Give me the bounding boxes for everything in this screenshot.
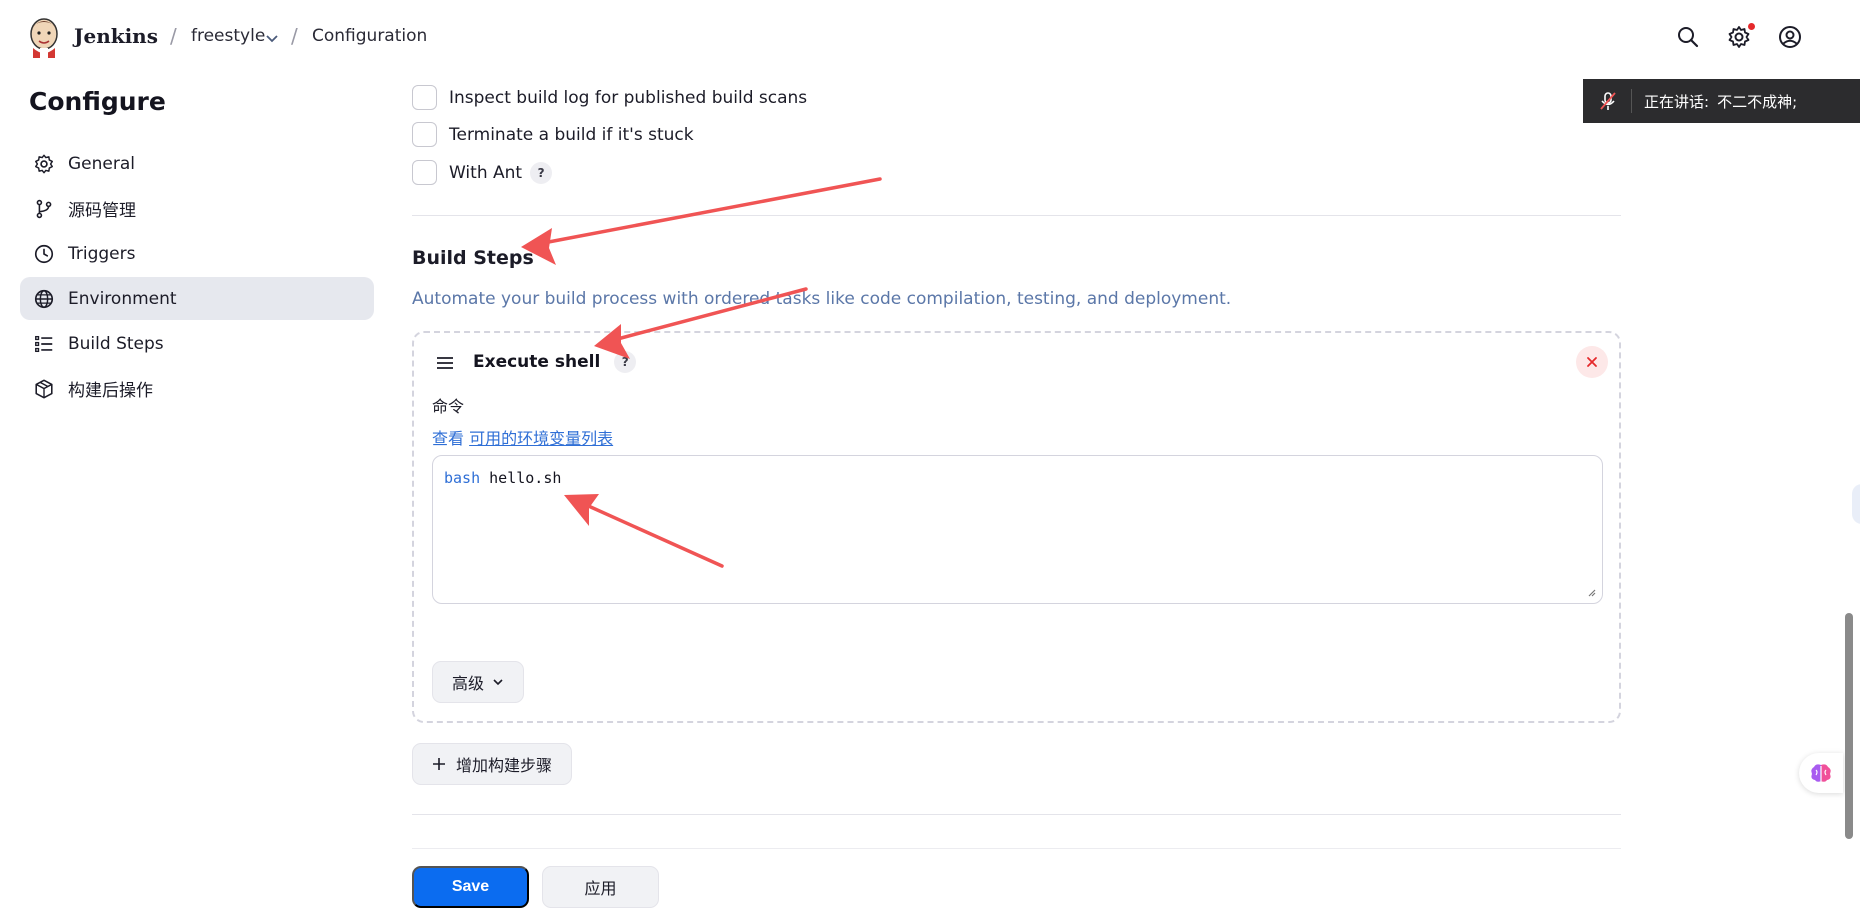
env-vars-link[interactable]: 可用的环境变量列表 bbox=[469, 429, 613, 448]
step-title: Execute shell ? bbox=[473, 351, 637, 373]
toast-separator bbox=[1631, 89, 1632, 113]
brain-icon bbox=[1811, 764, 1831, 782]
drag-handle-icon[interactable] bbox=[435, 355, 455, 371]
sidebar-item-label: Environment bbox=[68, 288, 177, 309]
clock-icon bbox=[34, 244, 54, 263]
box-icon bbox=[35, 379, 53, 398]
breadcrumb-separator: / bbox=[170, 24, 177, 48]
sidebar-item-general[interactable]: General bbox=[20, 142, 374, 185]
speaking-indicator: 正在讲话: 不二不成神; bbox=[1583, 79, 1860, 123]
command-args: hello.sh bbox=[480, 469, 562, 487]
checkbox[interactable] bbox=[412, 122, 437, 147]
branch-icon bbox=[36, 199, 52, 218]
sidebar-item-post-build[interactable]: 构建后操作 bbox=[20, 367, 374, 410]
close-icon bbox=[1587, 357, 1597, 367]
option-terminate-stuck-build: Terminate a build if it's stuck bbox=[412, 122, 694, 147]
section-title-build-steps: Build Steps bbox=[412, 247, 534, 269]
command-keyword: bash bbox=[444, 469, 481, 487]
chevron-down-icon bbox=[493, 679, 503, 686]
help-icon[interactable]: ? bbox=[530, 161, 553, 184]
sidebar-item-build-steps[interactable]: Build Steps bbox=[20, 322, 374, 365]
checkbox-label[interactable]: Inspect build log for published build sc… bbox=[449, 88, 807, 108]
sidebar-item-label: Build Steps bbox=[68, 333, 164, 354]
option-inspect-build-log: Inspect build log for published build sc… bbox=[412, 85, 807, 110]
sidebar-item-label: General bbox=[68, 153, 135, 174]
plus-icon bbox=[432, 758, 445, 770]
user-icon[interactable] bbox=[1778, 25, 1802, 49]
add-build-step-button[interactable]: 增加构建步骤 bbox=[412, 743, 572, 785]
build-step-card: Execute shell ? 命令 查看 可用的环境变量列表 bash hel… bbox=[412, 331, 1621, 723]
checkbox-label[interactable]: With Ant bbox=[449, 163, 522, 183]
top-header: Jenkins / freestyle / Configuration bbox=[0, 0, 1860, 74]
env-vars-help: 查看 可用的环境变量列表 bbox=[432, 425, 613, 449]
jenkins-logo-icon[interactable] bbox=[27, 14, 61, 58]
resize-handle-icon[interactable] bbox=[1586, 587, 1596, 597]
delete-step-button[interactable] bbox=[1576, 346, 1608, 378]
add-build-step-label: 增加构建步骤 bbox=[455, 756, 552, 775]
section-divider bbox=[412, 814, 1621, 815]
sidebar-item-environment[interactable]: Environment bbox=[20, 277, 374, 320]
side-widget[interactable] bbox=[1852, 484, 1860, 524]
section-description: Automate your build process with ordered… bbox=[412, 289, 1232, 309]
section-divider bbox=[412, 215, 1621, 216]
apply-button[interactable]: 应用 bbox=[542, 866, 659, 908]
scrollbar-thumb[interactable] bbox=[1845, 613, 1853, 839]
help-icon[interactable]: ? bbox=[614, 351, 637, 373]
option-with-ant: With Ant ? bbox=[412, 160, 553, 185]
command-textarea[interactable]: bash hello.sh bbox=[432, 455, 1603, 604]
breadcrumb-configuration[interactable]: Configuration bbox=[312, 26, 427, 46]
muted-mic-icon bbox=[1600, 92, 1616, 110]
advanced-label: 高级 bbox=[451, 674, 484, 693]
brand-name[interactable]: Jenkins bbox=[74, 24, 158, 48]
sidebar-item-triggers[interactable]: Triggers bbox=[20, 232, 374, 275]
speaker-name: 不二不成神; bbox=[1717, 92, 1798, 111]
speaking-label: 正在讲话: bbox=[1644, 92, 1710, 111]
page-title: Configure bbox=[29, 87, 166, 116]
breadcrumb-freestyle[interactable]: freestyle bbox=[191, 26, 265, 46]
ai-assistant-button[interactable] bbox=[1799, 753, 1843, 793]
search-icon[interactable] bbox=[1676, 25, 1700, 49]
sidebar-item-label: 构建后操作 bbox=[68, 381, 153, 401]
checkbox-label[interactable]: Terminate a build if it's stuck bbox=[449, 125, 694, 145]
command-label: 命令 bbox=[432, 397, 465, 416]
advanced-button[interactable]: 高级 bbox=[432, 661, 524, 703]
sidebar-item-source-control[interactable]: 源码管理 bbox=[20, 187, 374, 230]
step-title-text: Execute shell bbox=[473, 352, 601, 372]
breadcrumb-separator: / bbox=[291, 24, 298, 48]
checkbox[interactable] bbox=[412, 160, 437, 185]
sidebar-item-label: Triggers bbox=[68, 243, 136, 264]
globe-icon bbox=[34, 289, 54, 308]
see-prefix: 查看 bbox=[432, 429, 465, 448]
bottom-bar-divider bbox=[412, 848, 1621, 849]
gear-icon bbox=[35, 154, 53, 173]
notification-dot bbox=[1748, 23, 1755, 30]
list-icon bbox=[35, 335, 53, 352]
gear-icon[interactable] bbox=[1727, 25, 1751, 49]
checkbox[interactable] bbox=[412, 85, 437, 110]
save-button[interactable]: Save bbox=[412, 866, 529, 908]
sidebar-item-label: 源码管理 bbox=[68, 201, 136, 221]
chevron-down-icon[interactable] bbox=[264, 30, 280, 46]
